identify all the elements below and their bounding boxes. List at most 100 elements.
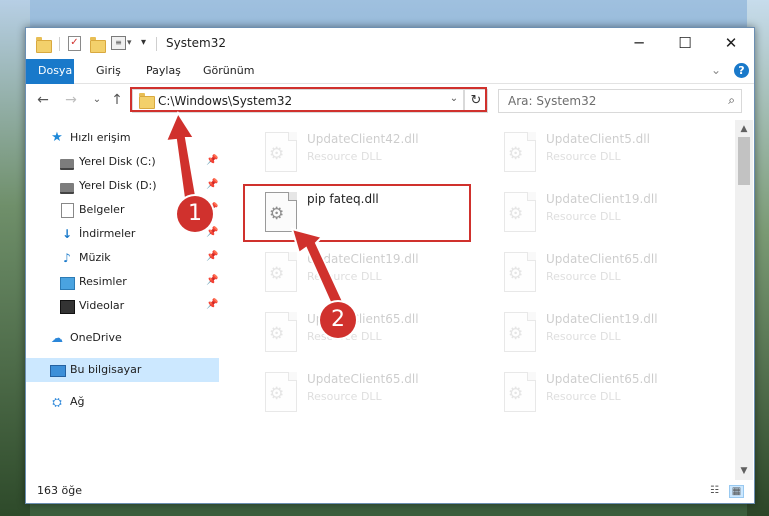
scroll-down-icon[interactable]: ▼ xyxy=(735,464,753,478)
file-item[interactable]: UpdateClient19.dll Resource DLL xyxy=(496,186,716,238)
sidebar-item-pictures[interactable]: Resimler 📌 xyxy=(26,270,219,294)
file-item[interactable]: UpdateClient42.dll Resource DLL xyxy=(257,126,477,178)
file-type: Resource DLL xyxy=(546,390,621,403)
file-type: Resource DLL xyxy=(546,150,621,163)
sidebar-item-label: Resimler xyxy=(79,275,127,288)
pin-icon[interactable]: 📌 xyxy=(206,179,218,190)
dll-file-icon xyxy=(504,372,536,412)
file-name: UpdateClient19.dll xyxy=(307,252,419,266)
tab-view[interactable]: Görünüm xyxy=(193,59,264,83)
pin-icon[interactable]: 📌 xyxy=(206,275,218,286)
videos-icon xyxy=(60,300,75,314)
sidebar-item-quick-access[interactable]: ★ Hızlı erişim xyxy=(26,126,219,150)
separator xyxy=(59,37,60,51)
sidebar-item-label: Videolar xyxy=(79,299,125,312)
file-item[interactable]: UpdateClient65.dll Resource DLL xyxy=(257,366,477,418)
dll-file-icon xyxy=(504,132,536,172)
sidebar-item-music[interactable]: ♪ Müzik 📌 xyxy=(26,246,219,270)
file-item[interactable]: UpdateClient65.dll Resource DLL xyxy=(257,306,477,358)
sidebar-item-label: Hızlı erişim xyxy=(70,131,131,144)
dll-file-icon xyxy=(265,132,297,172)
search-icon[interactable]: ⌕ xyxy=(728,93,735,108)
status-bar: 163 öğe ☷ ▦ xyxy=(26,480,754,503)
file-name: UpdateClient19.dll xyxy=(546,192,658,206)
item-count: 163 öğe xyxy=(37,484,82,497)
address-highlight-box xyxy=(130,87,487,112)
file-type: Resource DLL xyxy=(307,270,382,283)
scroll-up-icon[interactable]: ▲ xyxy=(735,122,753,136)
file-type: Resource DLL xyxy=(307,390,382,403)
maximize-button[interactable]: ☐ xyxy=(662,28,708,59)
back-button[interactable]: ← xyxy=(34,90,52,110)
details-view-icon[interactable]: ☷ xyxy=(708,485,721,496)
dll-file-icon xyxy=(504,312,536,352)
sidebar-item-label: Müzik xyxy=(79,251,111,264)
file-name: UpdateClient42.dll xyxy=(307,132,419,146)
window-title: System32 xyxy=(166,36,227,50)
sidebar-item-network[interactable]: ⛭ Ağ xyxy=(26,390,219,414)
pictures-icon xyxy=(60,277,75,290)
minimize-button[interactable]: ─ xyxy=(616,28,662,59)
tab-share[interactable]: Paylaş xyxy=(136,59,191,83)
new-folder-icon[interactable] xyxy=(90,37,106,53)
pin-icon[interactable]: 📌 xyxy=(206,299,218,310)
step-2-badge: 2 xyxy=(320,302,356,338)
disk-icon xyxy=(60,159,74,170)
dll-file-icon xyxy=(265,312,297,352)
downloads-icon: ↓ xyxy=(61,227,73,241)
separator xyxy=(156,37,157,51)
search-input[interactable]: Ara: System32 xyxy=(508,94,596,108)
navigation-pane: ★ Hızlı erişim Yerel Disk (C:) 📌 Yerel D… xyxy=(26,120,219,480)
computer-icon xyxy=(50,365,66,377)
ribbon-tabs: Dosya Giriş Paylaş Görünüm ⌄ ? xyxy=(26,59,754,111)
close-button[interactable]: ✕ xyxy=(708,28,754,59)
help-icon[interactable]: ? xyxy=(734,63,749,78)
disk-icon xyxy=(60,183,74,194)
file-item[interactable]: UpdateClient65.dll Resource DLL xyxy=(496,366,716,418)
pin-icon[interactable]: 📌 xyxy=(206,251,218,262)
file-item[interactable]: UpdateClient19.dll Resource DLL xyxy=(496,306,716,358)
file-name: UpdateClient19.dll xyxy=(546,312,658,326)
sidebar-item-label: Ağ xyxy=(70,395,85,408)
sidebar-item-videos[interactable]: Videolar 📌 xyxy=(26,294,219,318)
customize-toolbar-icon[interactable]: ≡ xyxy=(111,36,126,50)
sidebar-item-onedrive[interactable]: ☁ OneDrive xyxy=(26,326,219,350)
file-type: Resource DLL xyxy=(546,330,621,343)
network-icon: ⛭ xyxy=(52,395,62,409)
search-box[interactable]: Ara: System32 ⌕ xyxy=(498,89,742,113)
sidebar-item-local-disk-c[interactable]: Yerel Disk (C:) 📌 xyxy=(26,150,219,174)
pin-icon[interactable]: 📌 xyxy=(206,227,218,238)
sidebar-item-local-disk-d[interactable]: Yerel Disk (D:) 📌 xyxy=(26,174,219,198)
properties-check-icon[interactable]: ✓ xyxy=(68,36,81,51)
sidebar-item-label: Yerel Disk (D:) xyxy=(79,179,157,192)
file-explorer-window: ✓ ≡ ▾ ▾ System32 ─ ☐ ✕ Dosya Giriş Payla… xyxy=(25,27,755,504)
dll-file-icon xyxy=(504,252,536,292)
sidebar-item-label: Bu bilgisayar xyxy=(70,363,142,376)
step-1-badge: 1 xyxy=(177,196,213,232)
file-item[interactable]: UpdateClient19.dll Resource DLL xyxy=(257,246,477,298)
dll-file-icon xyxy=(265,372,297,412)
music-icon: ♪ xyxy=(63,251,71,265)
file-name: UpdateClient5.dll xyxy=(546,132,650,146)
recent-locations-button[interactable]: ⌄ xyxy=(88,90,106,110)
folder-icon xyxy=(36,37,52,53)
scrollbar-thumb[interactable] xyxy=(738,137,750,185)
dll-file-icon xyxy=(265,252,297,292)
file-item[interactable]: UpdateClient5.dll Resource DLL xyxy=(496,126,716,178)
file-item[interactable]: UpdateClient65.dll Resource DLL xyxy=(496,246,716,298)
ribbon-expand-icon[interactable]: ⌄ xyxy=(711,63,721,77)
vertical-scrollbar[interactable]: ▲ ▼ xyxy=(735,120,753,480)
title-bar: ✓ ≡ ▾ ▾ System32 ─ ☐ ✕ xyxy=(26,28,754,59)
chevron-down-icon[interactable]: ▾ xyxy=(127,38,132,54)
file-name: UpdateClient65.dll xyxy=(307,372,419,386)
sidebar-item-label: İndirmeler xyxy=(79,227,136,240)
file-name: UpdateClient65.dll xyxy=(546,252,658,266)
pin-icon[interactable]: 📌 xyxy=(206,155,218,166)
up-button[interactable]: ↑ xyxy=(108,90,126,110)
large-icons-view-icon[interactable]: ▦ xyxy=(729,485,744,498)
sidebar-item-this-pc[interactable]: Bu bilgisayar xyxy=(26,358,219,382)
file-type: Resource DLL xyxy=(546,210,621,223)
tab-home[interactable]: Giriş xyxy=(86,59,131,83)
forward-button[interactable]: → xyxy=(62,90,80,110)
quick-access-dropdown-icon[interactable]: ▾ xyxy=(141,37,146,53)
